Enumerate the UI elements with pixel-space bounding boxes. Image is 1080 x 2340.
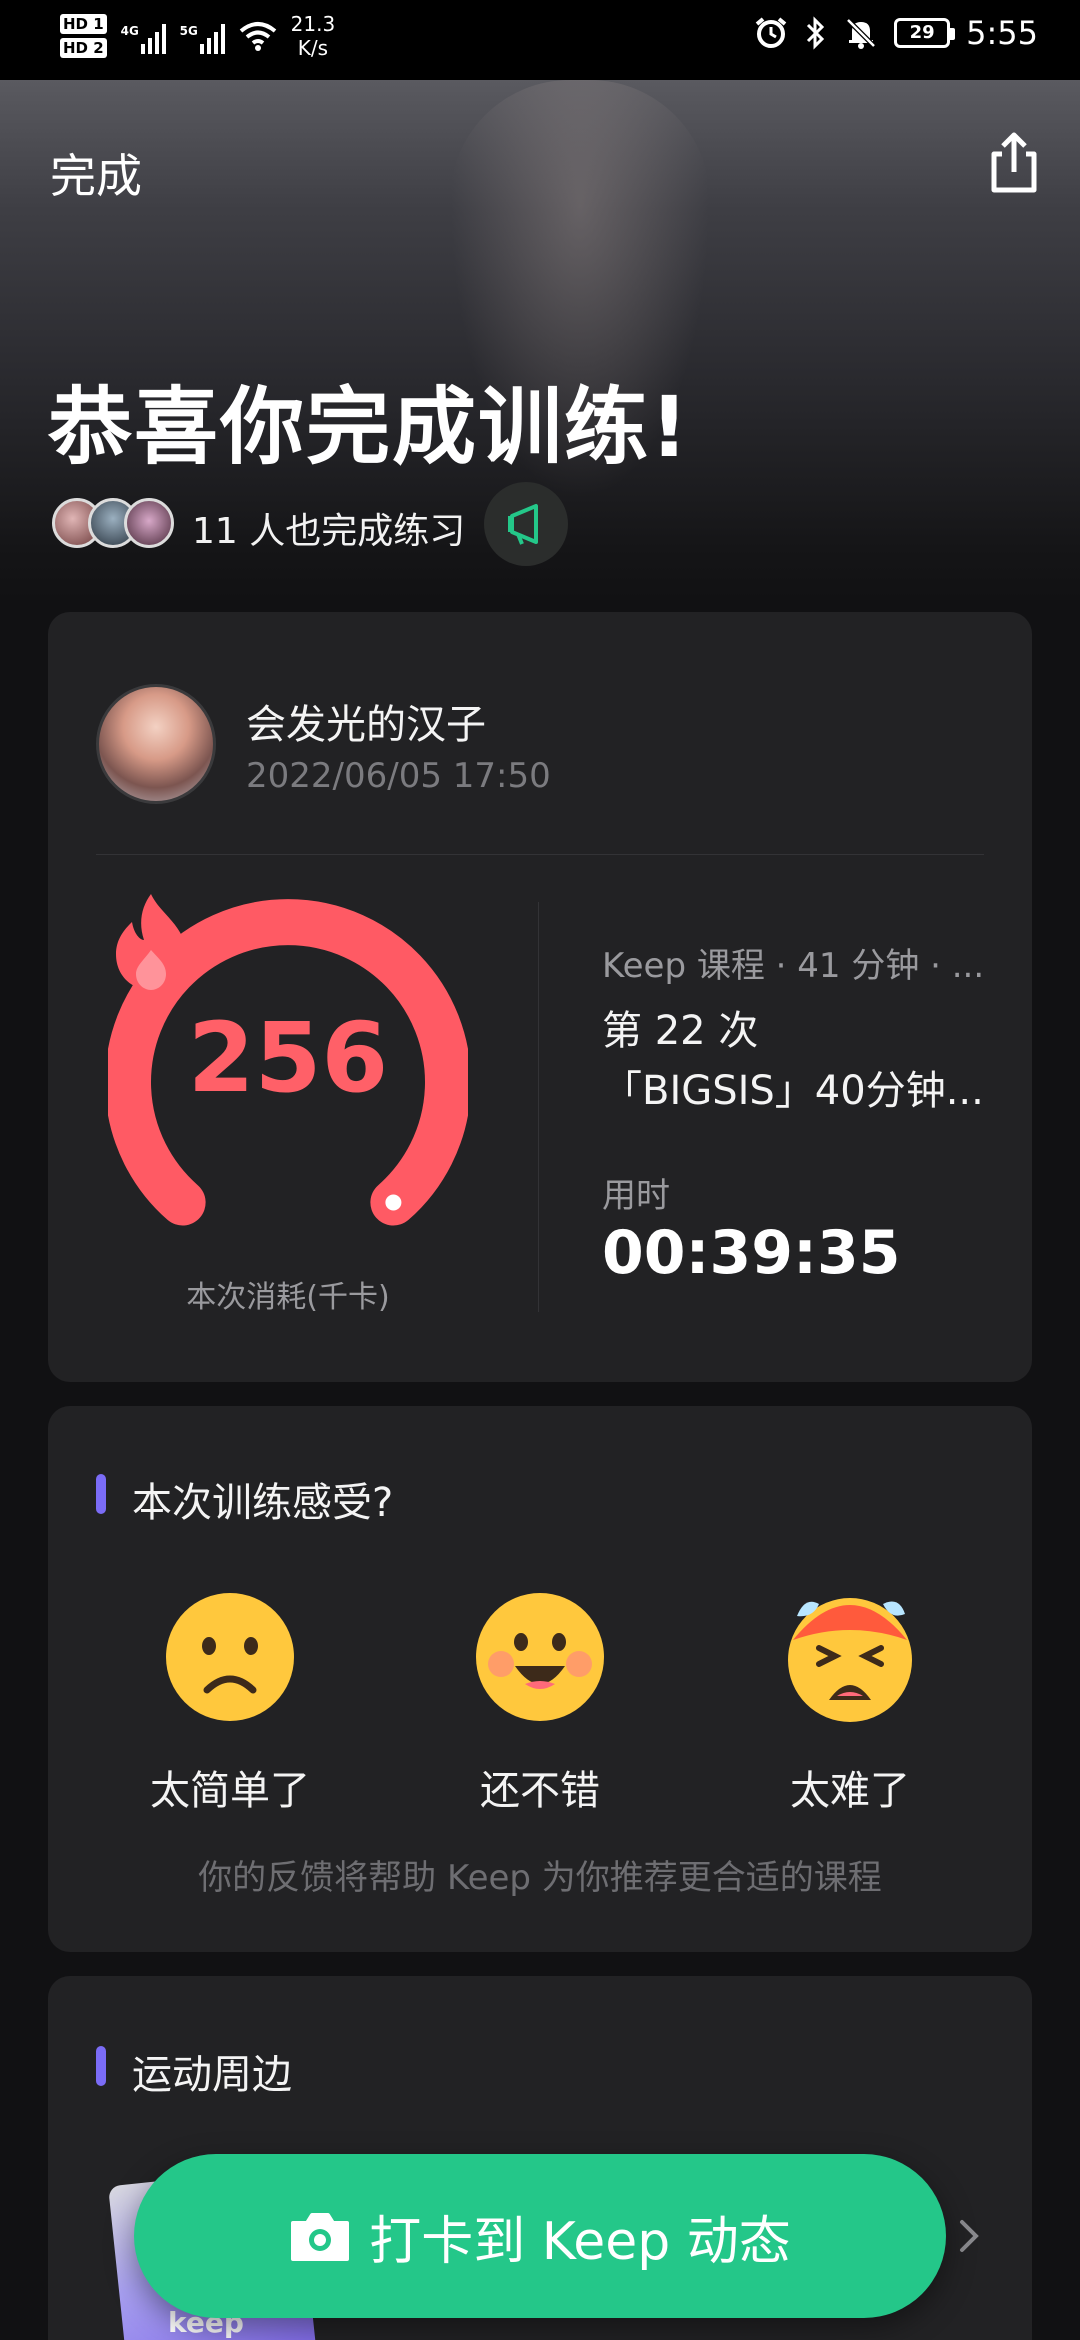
clock: 5:55	[966, 14, 1038, 52]
section-marker	[96, 2046, 106, 2086]
exhausted-face-icon	[788, 1598, 912, 1722]
bluetooth-icon	[807, 16, 825, 50]
course-name[interactable]: 「BIGSIS」40分钟...	[602, 1058, 1002, 1116]
sim1-indicator: HD 1	[60, 14, 107, 34]
signal-5g-icon: 5G	[180, 18, 225, 54]
calories-value: 256	[187, 1002, 389, 1114]
hero-banner: 完成 恭喜你完成训练! 11 人也完成练习	[0, 80, 1080, 600]
battery-indicator: 29	[894, 18, 956, 48]
smile-face-icon	[476, 1593, 604, 1721]
workout-datetime: 2022/06/05 17:50	[246, 756, 551, 796]
gauge-end-dot	[385, 1194, 402, 1211]
camera-icon	[291, 2213, 350, 2261]
peer-avatars[interactable]	[52, 498, 174, 548]
signal-4g-icon: 4G	[121, 18, 166, 54]
calories-label: 本次消耗(千卡)	[186, 1280, 390, 1315]
goods-title: 运动周边	[132, 2052, 292, 2098]
chevron-right-icon[interactable]	[954, 2216, 984, 2256]
feedback-option-label: 还不错	[480, 1768, 600, 1814]
feedback-title: 本次训练感受?	[132, 1480, 394, 1526]
alarm-icon	[755, 17, 787, 48]
feedback-too-easy-button[interactable]: 太简单了	[110, 1590, 350, 1830]
network-4g-label: 4G	[120, 24, 139, 38]
sim2-indicator: HD 2	[60, 38, 107, 58]
megaphone-icon	[508, 504, 538, 545]
section-marker	[96, 1474, 106, 1514]
divider	[96, 854, 984, 855]
checkin-button[interactable]: 打卡到 Keep 动态	[134, 2154, 946, 2318]
flame-icon	[116, 894, 186, 990]
duration-value: 00:39:35	[602, 1218, 901, 1288]
checkin-label: 打卡到 Keep 动态	[369, 2211, 791, 2272]
network-speed: 21.3 K/s	[291, 12, 336, 60]
course-meta[interactable]: Keep 课程 · 41 分钟 · ...	[602, 938, 1002, 987]
network-speed-value: 21.3	[290, 12, 336, 36]
network-5g-label: 5G	[179, 24, 198, 38]
course-count: 第 22 次	[602, 1008, 759, 1054]
duration-label: 用时	[602, 1176, 670, 1216]
avatar	[124, 498, 174, 548]
wifi-icon	[239, 22, 276, 51]
network-speed-unit: K/s	[297, 36, 329, 60]
share-icon[interactable]	[984, 130, 1044, 196]
done-button[interactable]: 完成	[50, 140, 142, 206]
avatar[interactable]	[96, 684, 216, 804]
divider	[538, 902, 539, 1312]
workout-feedback-card: 本次训练感受? 太简单了 还不错 太难了 你的反馈将帮助 Keep 为你推荐更合…	[48, 1406, 1032, 1952]
page-title: 恭喜你完成训练!	[48, 378, 691, 476]
feedback-good-button[interactable]: 还不错	[420, 1590, 660, 1830]
peers-completed-text[interactable]: 11 人也完成练习	[192, 502, 465, 554]
mute-bell-icon	[846, 18, 876, 49]
status-bar: HD 1 HD 2 4G 5G 21.3 K/s 29 5:55	[0, 0, 1080, 80]
user-name: 会发光的汉子	[246, 702, 486, 748]
cheer-button[interactable]	[484, 482, 568, 566]
frown-face-icon	[166, 1593, 294, 1721]
feedback-too-hard-button[interactable]: 太难了	[730, 1590, 970, 1830]
workout-summary-card: 会发光的汉子 2022/06/05 17:50 256 本次消耗(千卡) Kee…	[48, 612, 1032, 1382]
calorie-gauge: 256	[108, 892, 468, 1232]
feedback-option-label: 太简单了	[150, 1768, 310, 1814]
feedback-option-label: 太难了	[790, 1768, 910, 1814]
feedback-hint: 你的反馈将帮助 Keep 为你推荐更合适的课程	[198, 1858, 882, 1898]
